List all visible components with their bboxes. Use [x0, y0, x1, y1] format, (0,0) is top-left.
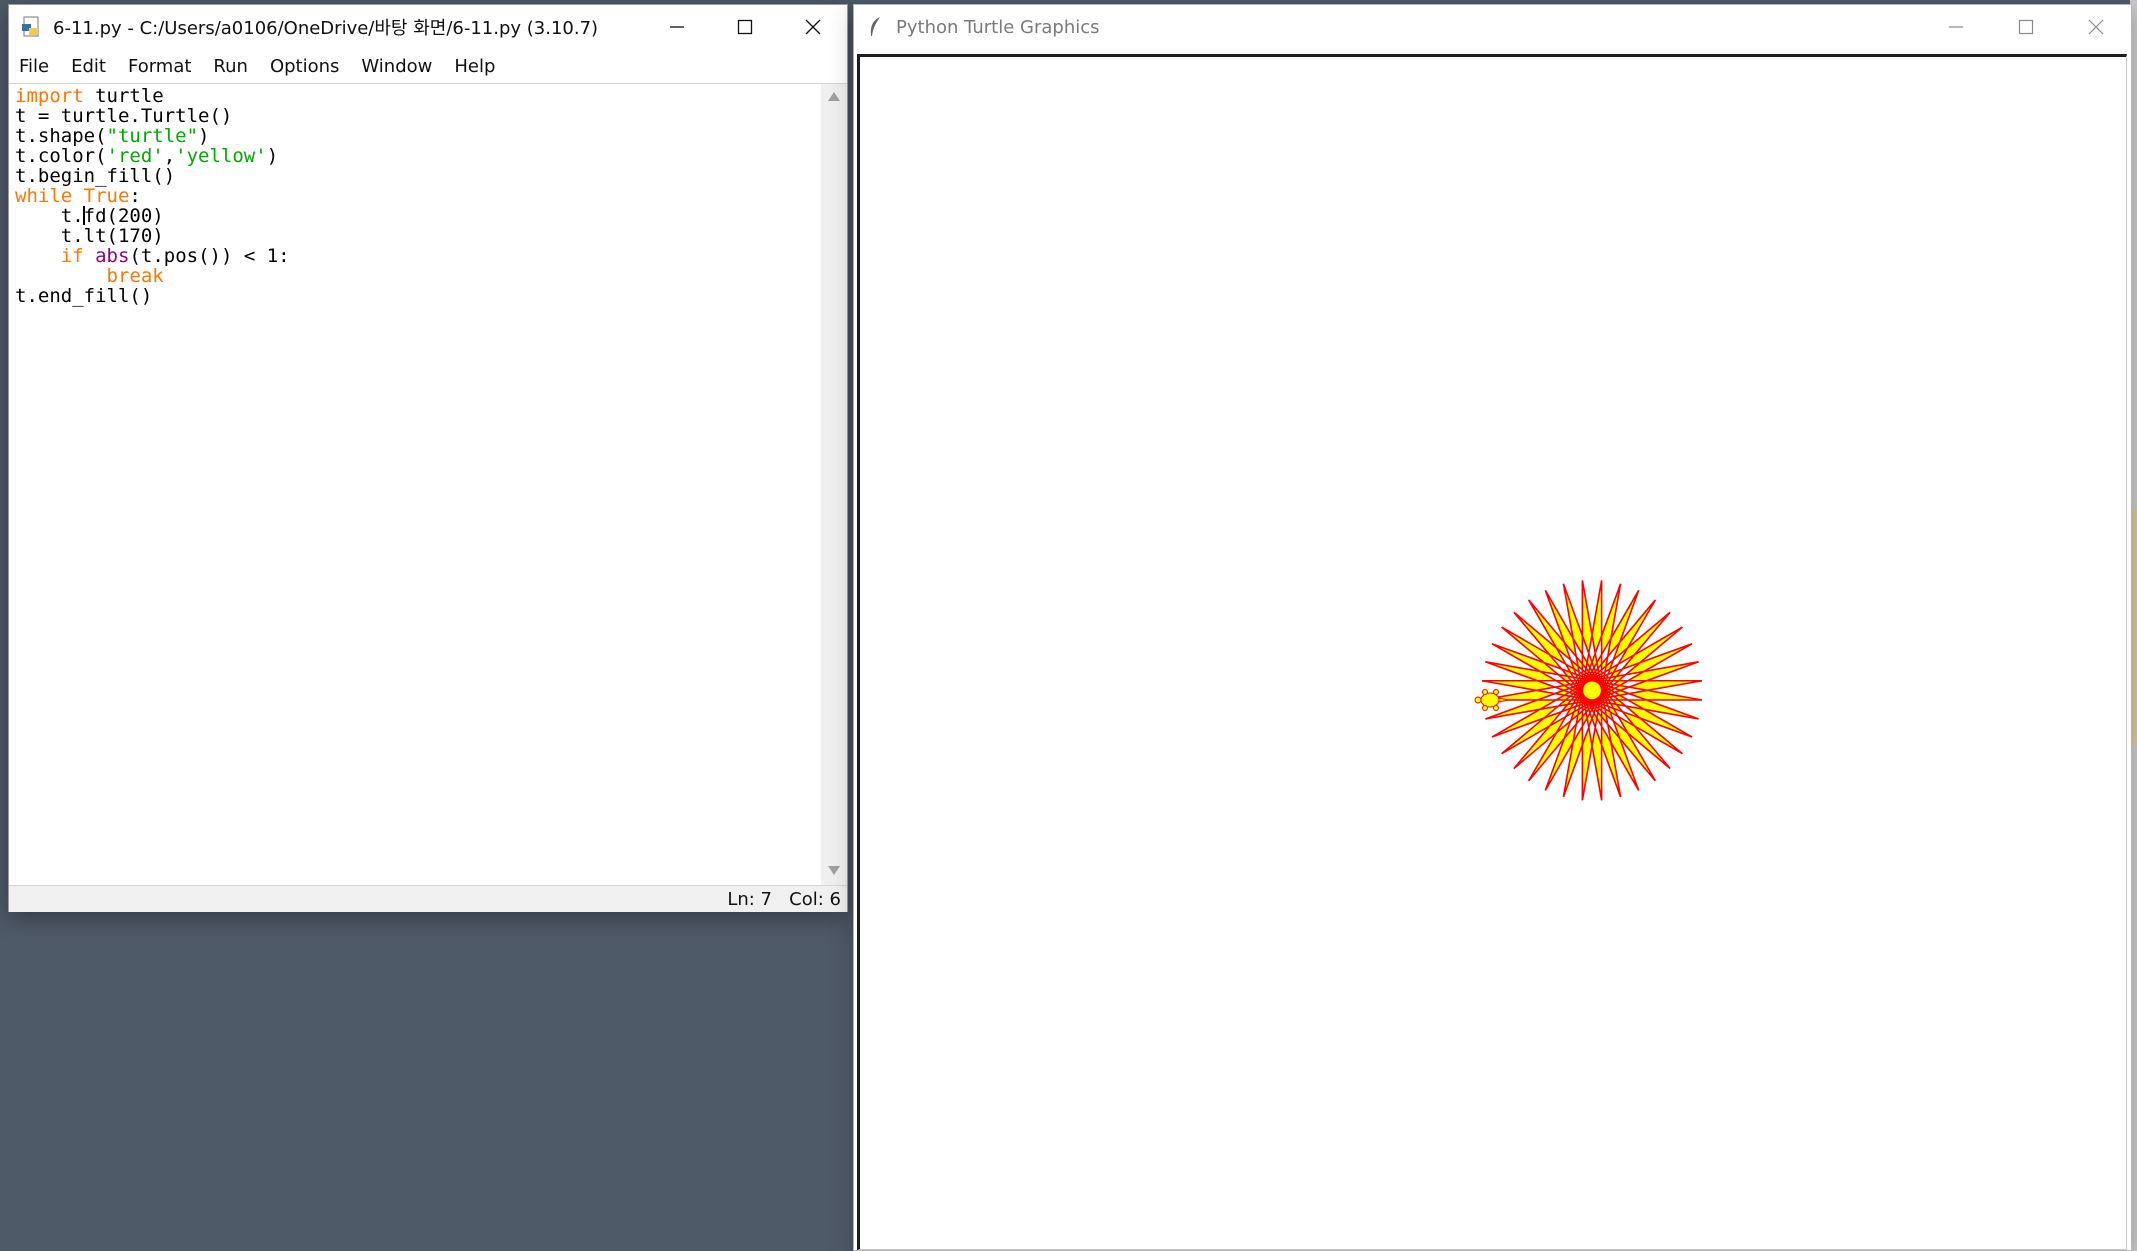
cursor-position: Ln: 7 Col: 6 [727, 889, 841, 910]
menu-window[interactable]: Window [361, 56, 432, 77]
code-line: t = turtle.Turtle() [15, 105, 233, 127]
turtle-minimize-button[interactable] [1921, 5, 1991, 49]
maximize-button[interactable] [711, 5, 779, 49]
turtle-icon [1474, 689, 1509, 711]
python-file-icon [22, 16, 39, 37]
menubar: File Edit Format Run Options Window Help [9, 49, 847, 84]
vertical-scrollbar[interactable] [821, 84, 847, 885]
turtle-canvas-frame [857, 54, 2127, 1250]
code-line: t.fd(200) [60, 205, 164, 227]
maximize-icon [737, 19, 753, 35]
turtle-maximize-button[interactable] [1991, 5, 2061, 49]
menu-format[interactable]: Format [128, 56, 191, 77]
idle-window-title: 6-11.py - C:/Users/a0106/OneDrive/바탕 화면/… [53, 18, 599, 39]
close-button[interactable] [779, 5, 847, 49]
menu-edit[interactable]: Edit [71, 56, 106, 77]
turtle-window-title: Python Turtle Graphics [896, 16, 1100, 38]
code-line: t.begin_fill() [15, 165, 176, 187]
turtle-canvas[interactable] [860, 57, 2122, 1246]
code-line: break [106, 265, 164, 287]
status-bar: Ln: 7 Col: 6 [9, 885, 847, 912]
code-line: t.shape("turtle") [15, 125, 210, 147]
turtle-titlebar[interactable]: Python Turtle Graphics [854, 5, 2131, 49]
maximize-icon [2018, 19, 2034, 35]
idle-editor-window[interactable]: 6-11.py - C:/Users/a0106/OneDrive/바탕 화면/… [8, 4, 848, 912]
minimize-icon [670, 26, 684, 28]
menu-run[interactable]: Run [213, 56, 248, 77]
minimize-icon [1949, 26, 1963, 28]
close-icon [2088, 19, 2104, 35]
menu-file[interactable]: File [19, 56, 49, 77]
menu-options[interactable]: Options [270, 56, 339, 77]
minimize-button[interactable] [643, 5, 711, 49]
code-editor[interactable]: import turtle t = turtle.Turtle() t.shap… [9, 84, 820, 885]
turtle-close-button[interactable] [2061, 5, 2131, 49]
scroll-up-icon[interactable] [828, 92, 840, 101]
close-icon [805, 19, 821, 35]
code-line: import turtle [15, 85, 164, 107]
scroll-down-icon[interactable] [828, 866, 840, 875]
code-line: if abs(t.pos()) < 1: [60, 245, 290, 267]
code-line: t.color('red','yellow') [15, 145, 279, 167]
turtle-graphics-window[interactable]: Python Turtle Graphics [853, 4, 2132, 1251]
code-line: while True: [15, 185, 141, 207]
idle-titlebar[interactable]: 6-11.py - C:/Users/a0106/OneDrive/바탕 화면/… [9, 5, 847, 49]
code-line: t.lt(170) [15, 225, 164, 247]
code-line: t.end_fill() [15, 285, 153, 307]
menu-help[interactable]: Help [454, 56, 495, 77]
feather-icon [870, 17, 880, 36]
